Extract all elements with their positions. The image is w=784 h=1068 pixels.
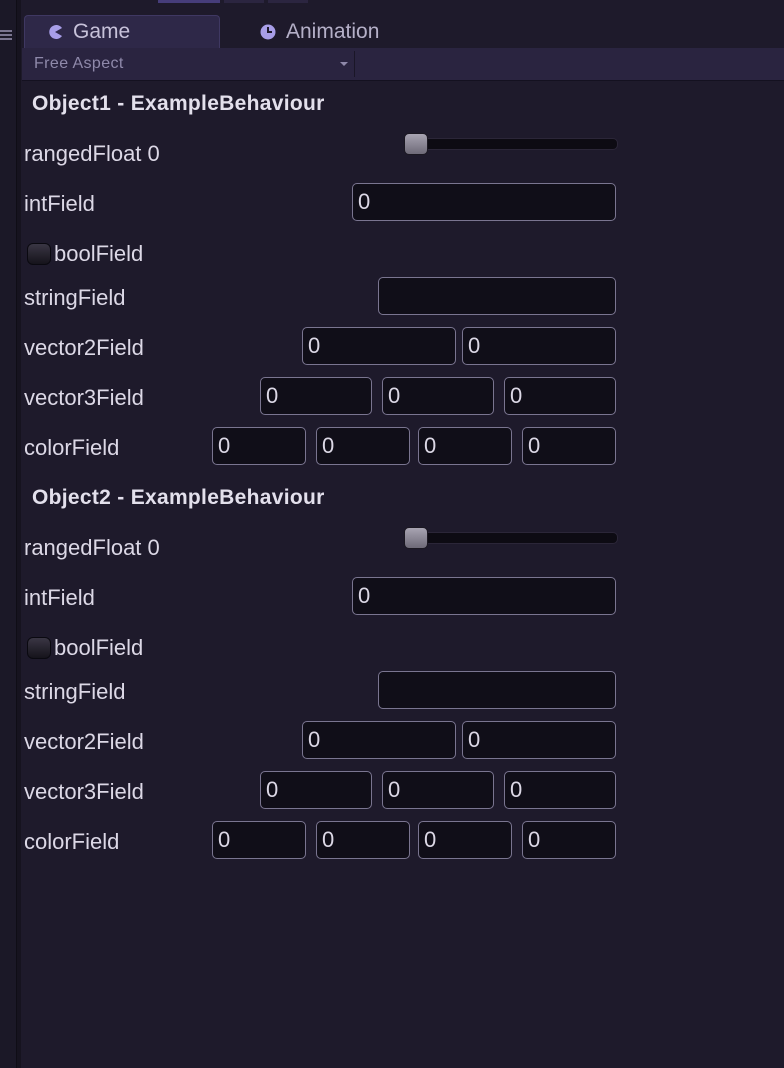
vector2-field-label: vector2Field (24, 335, 144, 360)
int-field-input[interactable]: 0 (352, 577, 616, 615)
color-g-input[interactable]: 0 (316, 821, 410, 859)
aspect-dropdown[interactable]: Free Aspect (34, 51, 355, 77)
top-toolbar-stub (158, 0, 318, 3)
string-field-label: stringField (24, 679, 126, 704)
pacman-icon (47, 22, 63, 39)
vector2-y-input[interactable]: 0 (462, 327, 616, 365)
vector3-z-input[interactable]: 0 (504, 377, 616, 415)
tab-animation[interactable]: Animation (238, 15, 438, 48)
bool-field-label: boolField (54, 635, 144, 660)
tab-animation-label: Animation (286, 19, 380, 43)
bool-field-toggle[interactable] (27, 637, 51, 659)
vector3-y-input[interactable]: 0 (382, 771, 494, 809)
string-field-label: stringField (24, 285, 126, 310)
aspect-dropdown-value: Free Aspect (34, 55, 124, 72)
vector2-x-input[interactable]: 0 (302, 327, 456, 365)
bool-field-toggle[interactable] (27, 243, 51, 265)
vector3-y-input[interactable]: 0 (382, 377, 494, 415)
string-field-input[interactable] (378, 277, 616, 315)
bool-field-label: boolField (54, 241, 144, 266)
vector2-y-input[interactable]: 0 (462, 721, 616, 759)
tab-bar: Game Animation (22, 12, 784, 48)
color-b-input[interactable]: 0 (418, 821, 512, 859)
slider-handle[interactable] (404, 527, 428, 549)
string-field-input[interactable] (378, 671, 616, 709)
color-field-label: colorField (24, 829, 120, 854)
object-title: Object2 - ExampleBehaviour (32, 486, 325, 509)
color-r-input[interactable]: 0 (212, 821, 306, 859)
int-field-label: intField (24, 191, 95, 216)
ranged-float-label: rangedFloat 0 (24, 141, 160, 166)
vector3-field-label: vector3Field (24, 779, 144, 804)
left-panel-strip (0, 0, 17, 1068)
game-toolbar: Free Aspect (22, 48, 784, 81)
color-g-input[interactable]: 0 (316, 427, 410, 465)
color-r-input[interactable]: 0 (212, 427, 306, 465)
int-field-input[interactable]: 0 (352, 183, 616, 221)
color-b-input[interactable]: 0 (418, 427, 512, 465)
chevron-down-icon (340, 62, 348, 66)
vector2-x-input[interactable]: 0 (302, 721, 456, 759)
vector3-z-input[interactable]: 0 (504, 771, 616, 809)
tab-game-label: Game (73, 20, 131, 43)
vector3-field-label: vector3Field (24, 385, 144, 410)
menu-icon[interactable] (0, 30, 12, 42)
vector3-x-input[interactable]: 0 (260, 771, 372, 809)
clock-icon (260, 22, 276, 39)
color-a-input[interactable]: 0 (522, 821, 616, 859)
vector2-field-label: vector2Field (24, 729, 144, 754)
game-view: Object1 - ExampleBehaviour rangedFloat 0… (22, 81, 784, 1068)
ranged-float-slider[interactable] (404, 532, 618, 544)
color-field-label: colorField (24, 435, 120, 460)
ranged-float-slider[interactable] (404, 138, 618, 150)
slider-handle[interactable] (404, 133, 428, 155)
object-title: Object1 - ExampleBehaviour (32, 92, 325, 115)
ranged-float-label: rangedFloat 0 (24, 535, 160, 560)
tab-game[interactable]: Game (24, 15, 220, 48)
panel-divider[interactable] (17, 0, 21, 1068)
vector3-x-input[interactable]: 0 (260, 377, 372, 415)
color-a-input[interactable]: 0 (522, 427, 616, 465)
int-field-label: intField (24, 585, 95, 610)
